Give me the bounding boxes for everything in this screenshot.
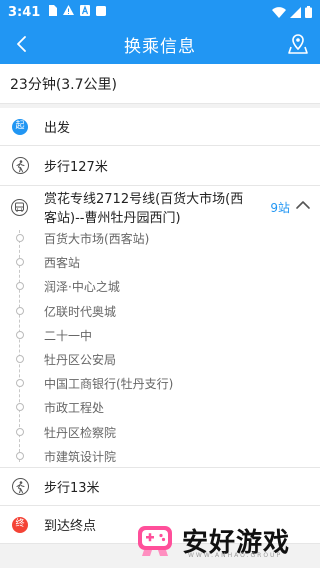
- signal-icon: [290, 6, 301, 18]
- stop-item: 亿联时代奥城: [0, 299, 320, 323]
- bus-line-name: 赏花专线2712号线(百货大市场(西客站)--曹州牡丹园西门): [44, 192, 244, 226]
- stop-item: 中国工商银行(牡丹支行): [0, 371, 320, 395]
- sim-icon: [48, 5, 58, 19]
- stop-name: 牡丹区公安局: [44, 353, 117, 367]
- stop-dot-icon: [16, 355, 24, 363]
- stop-item: 百货大市场(西客站): [0, 226, 320, 250]
- stop-item: 牡丹区公安局: [0, 347, 320, 371]
- stop-dot-icon: [16, 282, 24, 291]
- step-walk-1-label: 步行127米: [44, 160, 108, 175]
- status-time: 3:41: [8, 4, 41, 20]
- stop-item: 牡丹区检察院: [0, 420, 320, 444]
- step-walk-2-label: 步行13米: [44, 481, 100, 496]
- step-start-label: 出发: [44, 121, 71, 136]
- stops-count[interactable]: 9站: [270, 199, 290, 216]
- battery-icon: [305, 6, 312, 18]
- chevron-up-icon[interactable]: [294, 196, 312, 214]
- stop-name: 亿联时代奥城: [44, 304, 117, 319]
- stop-dot-icon: [16, 330, 24, 339]
- app-bar: 换乘信息: [0, 24, 320, 64]
- wifi-icon: [272, 6, 286, 18]
- stop-name: 牡丹区检察院: [44, 425, 117, 440]
- step-walk-2: 步行13米: [0, 468, 320, 506]
- map-pin-icon[interactable]: [284, 30, 312, 58]
- stop-dot-icon: [16, 403, 24, 412]
- stop-dot-icon: [16, 379, 24, 388]
- stop-name: 市建筑设计院: [44, 449, 117, 464]
- route-summary: 23分钟(3.7公里): [0, 64, 320, 104]
- start-badge-icon: 起: [12, 118, 28, 135]
- square-icon: [96, 5, 107, 19]
- end-badge-icon: 终: [12, 516, 28, 533]
- stop-dot-icon: [16, 306, 24, 315]
- stop-dot-icon: [16, 234, 24, 242]
- bus-icon: [11, 199, 28, 216]
- alert-icon: [63, 5, 75, 19]
- status-bar: 3:41: [0, 0, 320, 24]
- stop-item: 润泽·中心之城: [0, 274, 320, 298]
- stop-name: 市政工程处: [44, 401, 105, 416]
- stop-dot-icon: [16, 451, 24, 460]
- step-bus[interactable]: 赏花专线2712号线(百货大市场(西客站)--曹州牡丹园西门) 9站 百货大市场…: [0, 186, 320, 468]
- stop-item: 市建筑设计院: [0, 444, 320, 468]
- watermark-sub: WWW.ANHAO.GROUP: [188, 552, 283, 559]
- stop-name: 中国工商银行(牡丹支行): [44, 377, 174, 392]
- watermark: 安好游戏 WWW.ANHAO.GROUP: [134, 516, 314, 564]
- stop-name: 西客站: [44, 256, 81, 271]
- step-start: 起 出发: [0, 108, 320, 146]
- step-walk-1: 步行127米: [0, 146, 320, 186]
- gamepad-logo-icon: [134, 520, 176, 560]
- stop-name: 二十一中: [44, 328, 93, 343]
- stop-item: 市政工程处: [0, 395, 320, 419]
- stop-dot-icon: [16, 427, 24, 436]
- back-arrow-icon[interactable]: [10, 32, 34, 56]
- stop-item: 西客站: [0, 250, 320, 274]
- walk-icon: [11, 157, 29, 174]
- page-title: 换乘信息: [124, 36, 196, 57]
- a-icon: [80, 5, 91, 19]
- stop-dot-icon: [16, 258, 24, 267]
- walk-icon: [11, 478, 29, 495]
- stop-name: 百货大市场(西客站): [44, 232, 150, 246]
- step-end-label: 到达终点: [44, 519, 97, 534]
- stop-item: 二十一中: [0, 323, 320, 347]
- stop-name: 润泽·中心之城: [44, 280, 120, 295]
